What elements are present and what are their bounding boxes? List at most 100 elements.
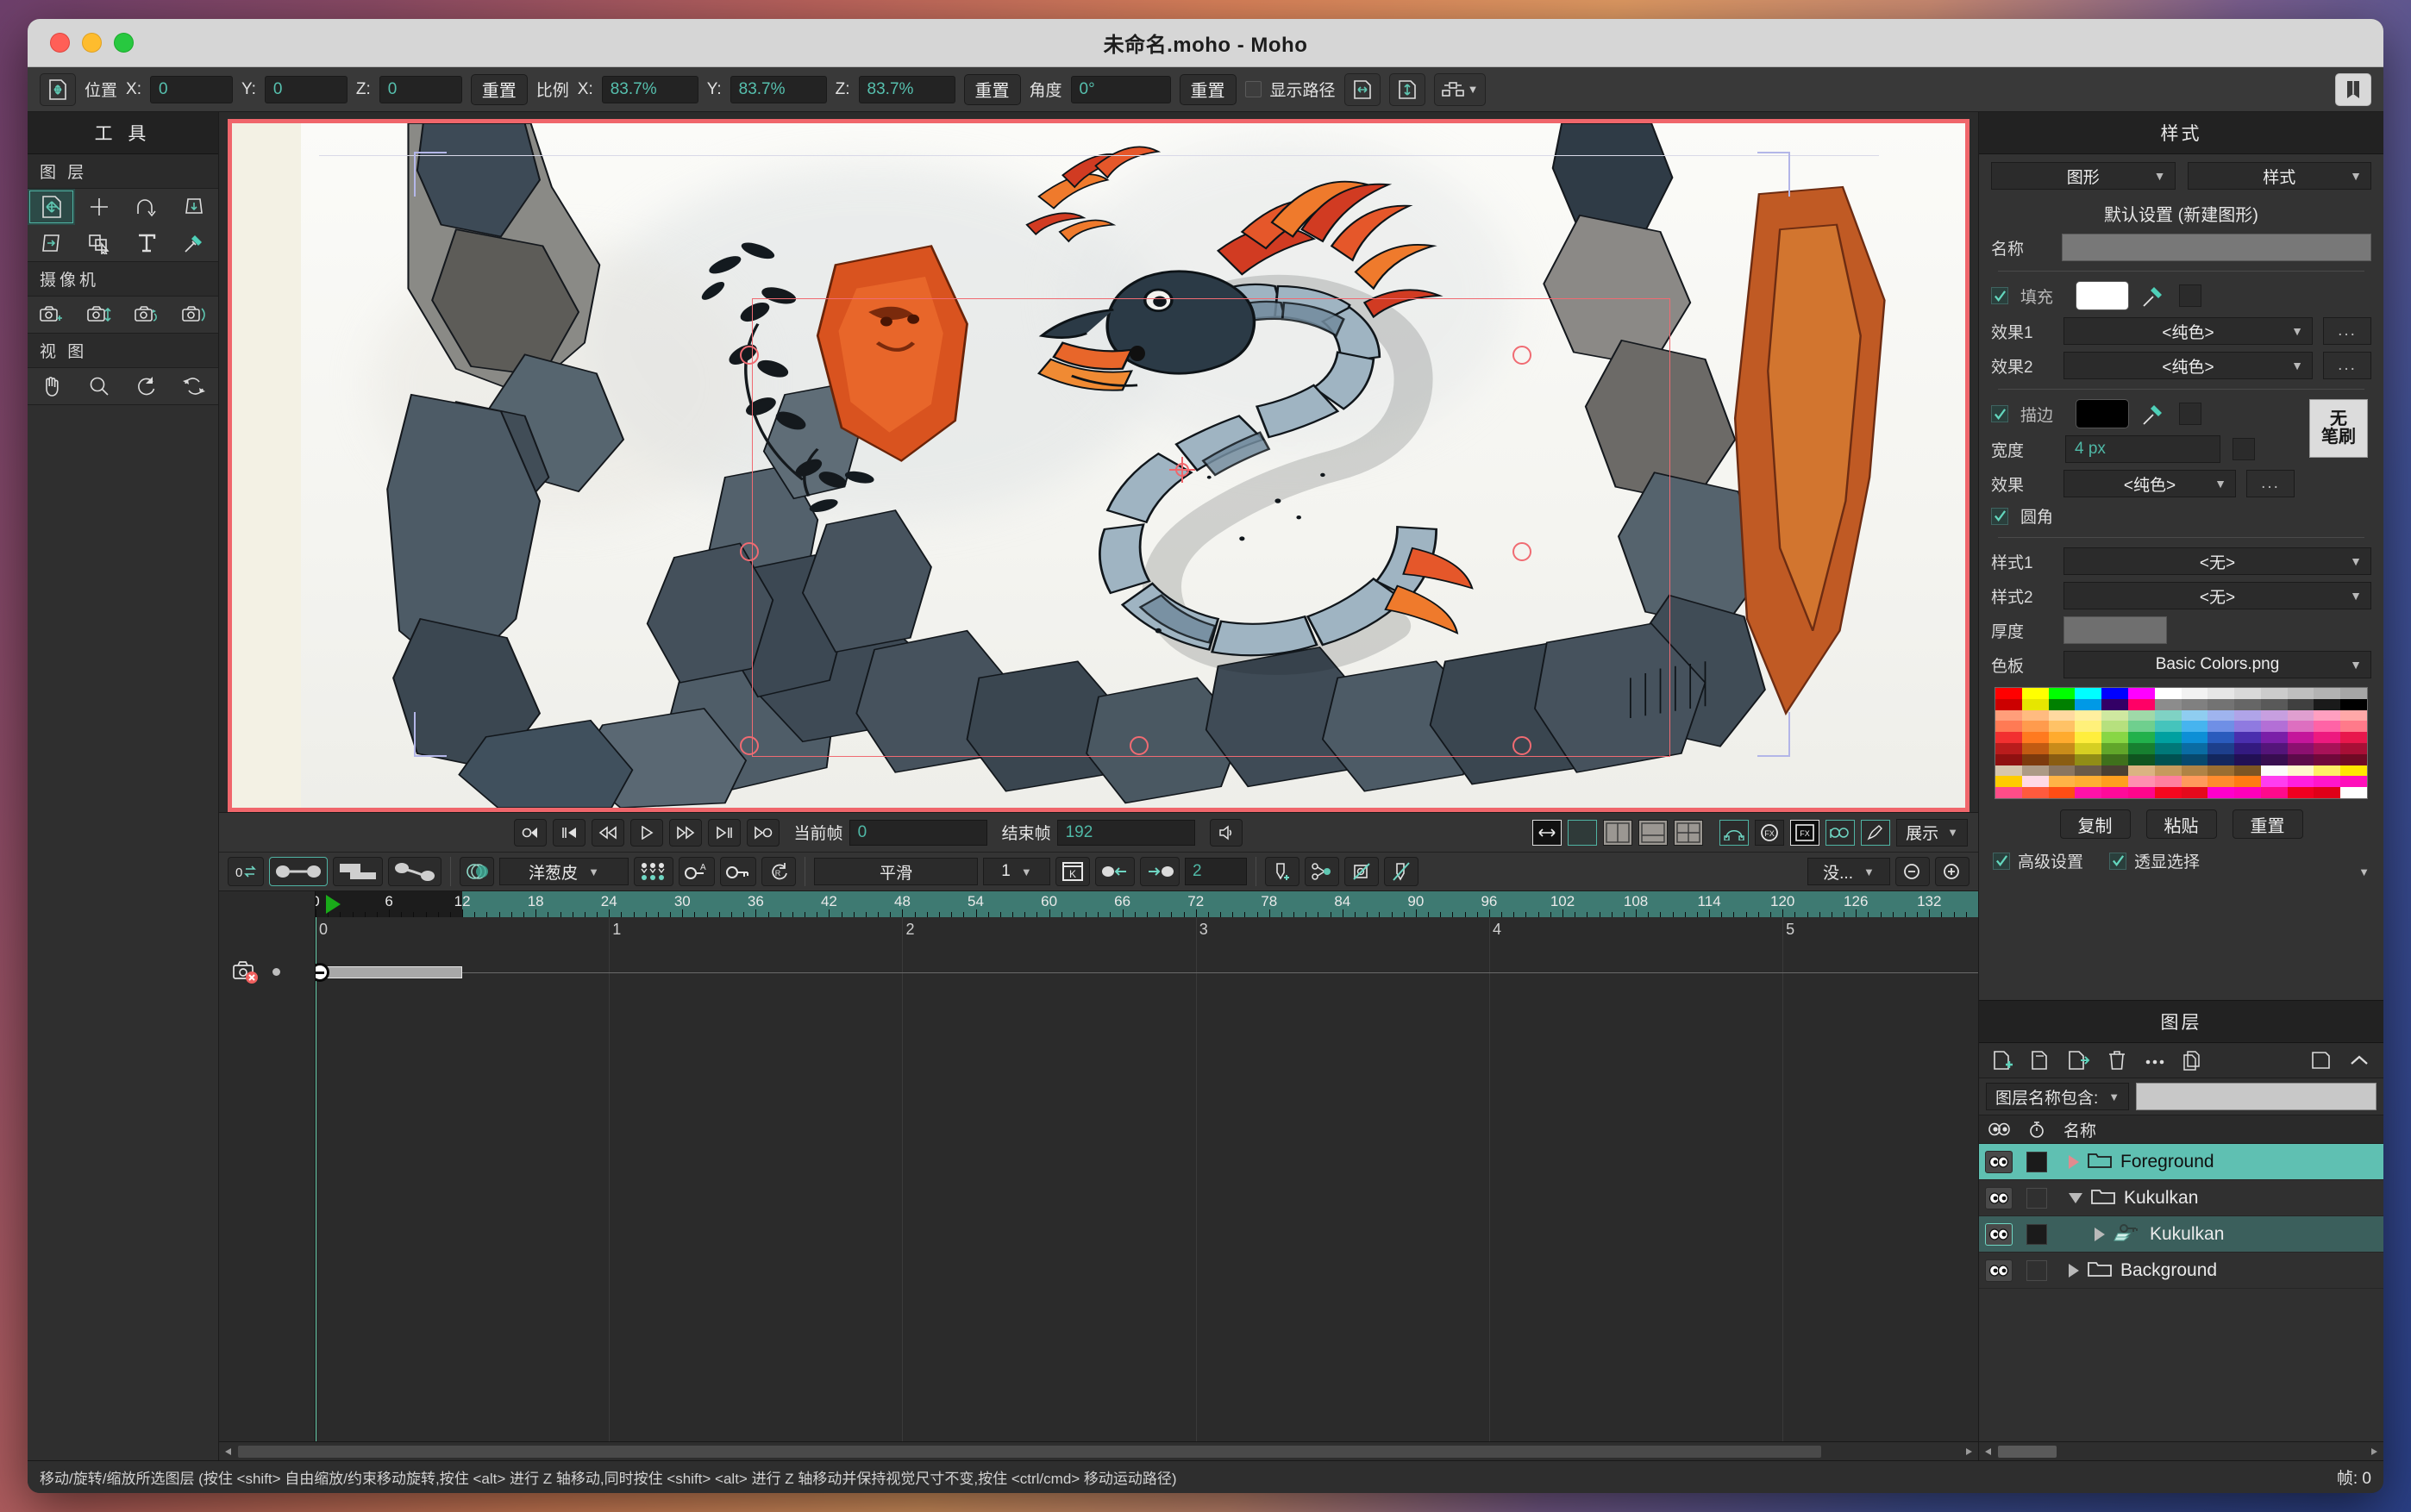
- palette-swatch[interactable]: [2075, 710, 2101, 722]
- palette-swatch[interactable]: [2182, 787, 2208, 798]
- selection-bounds[interactable]: [752, 298, 1670, 757]
- palette-swatch[interactable]: [2128, 699, 2155, 710]
- palette-swatch[interactable]: [2182, 710, 2208, 722]
- palette-swatch[interactable]: [2022, 721, 2049, 732]
- bone-key-icon[interactable]: [1305, 857, 1339, 886]
- palette-swatch[interactable]: [2234, 699, 2261, 710]
- timeline-track-grid[interactable]: 012345: [316, 917, 1978, 1441]
- reset-scale-button[interactable]: 重置: [964, 74, 1021, 105]
- rotate-view-tool[interactable]: [123, 368, 171, 404]
- palette-swatch[interactable]: [2182, 721, 2208, 732]
- palette-swatch[interactable]: [2049, 787, 2076, 798]
- eyedropper-tool[interactable]: [171, 225, 218, 261]
- timeline-scroll-right-icon[interactable]: [1959, 1443, 1978, 1460]
- transform-layer-tool[interactable]: [28, 189, 75, 225]
- palette-swatch[interactable]: [2155, 787, 2182, 798]
- palette-swatch[interactable]: [2340, 732, 2367, 743]
- camera-disabled-icon[interactable]: [233, 959, 262, 984]
- split-h-icon[interactable]: [1638, 820, 1668, 846]
- palette-swatch[interactable]: [2288, 699, 2314, 710]
- fill-color-swatch[interactable]: [2076, 281, 2129, 310]
- stroke-width-extra[interactable]: [2233, 438, 2255, 460]
- layer-settings-icon[interactable]: [2062, 1047, 2096, 1074]
- layer-origin-icon[interactable]: [1168, 455, 1197, 484]
- palette-swatch[interactable]: [2314, 743, 2340, 754]
- relative-key-icon[interactable]: R: [761, 857, 796, 886]
- text-tool[interactable]: [123, 225, 171, 261]
- palette-swatch[interactable]: [2234, 765, 2261, 777]
- fx-circle-icon[interactable]: FX: [1755, 820, 1784, 846]
- scale-x-input[interactable]: 83.7%: [602, 76, 698, 103]
- palette-swatch[interactable]: [2022, 732, 2049, 743]
- multi-keys-icon[interactable]: [634, 857, 673, 886]
- smooth-interp-icon[interactable]: [269, 857, 328, 886]
- palette-swatch[interactable]: [2022, 699, 2049, 710]
- align-dropdown-icon[interactable]: ▼: [1434, 73, 1486, 106]
- timeline-hscrollbar[interactable]: [219, 1441, 1978, 1460]
- palette-swatch[interactable]: [2261, 710, 2288, 722]
- palette-swatch[interactable]: [2128, 721, 2155, 732]
- palette-swatch[interactable]: [2022, 754, 2049, 765]
- zoom-camera-tool[interactable]: [75, 297, 122, 333]
- step-interp-icon[interactable]: [333, 857, 383, 886]
- palette-swatch[interactable]: [2128, 776, 2155, 787]
- key-audio-icon[interactable]: A: [679, 857, 715, 886]
- palette-swatch[interactable]: [2075, 721, 2101, 732]
- palette-swatch[interactable]: [2155, 732, 2182, 743]
- zoom-in-icon[interactable]: [1935, 857, 1970, 886]
- palette-swatch[interactable]: [2261, 776, 2288, 787]
- paste-button[interactable]: 粘贴: [2146, 809, 2217, 839]
- track-camera-tool[interactable]: [28, 297, 75, 333]
- palette-swatch[interactable]: [1995, 732, 2022, 743]
- layer-row-foreground[interactable]: Foreground: [1979, 1144, 2383, 1180]
- pos-z-input[interactable]: 0: [379, 76, 462, 103]
- stroke-extra-swatch[interactable]: [2179, 403, 2201, 425]
- palette-swatch[interactable]: [2261, 754, 2288, 765]
- shape-type-dropdown[interactable]: 图形 ▼: [1991, 162, 2176, 190]
- effect2-options-button[interactable]: ...: [2323, 352, 2371, 379]
- palette-swatch[interactable]: [2155, 688, 2182, 699]
- palette-swatch[interactable]: [2234, 688, 2261, 699]
- palette-swatch[interactable]: [2049, 743, 2076, 754]
- layer-timing-swatch[interactable]: [2026, 1260, 2047, 1281]
- new-layer-icon[interactable]: [1986, 1047, 2020, 1074]
- add-point-tool[interactable]: [75, 189, 122, 225]
- palette-swatch[interactable]: [2101, 721, 2128, 732]
- style2-dropdown[interactable]: <无> ▼: [2063, 582, 2371, 609]
- palette-swatch[interactable]: [2234, 710, 2261, 722]
- loop-start-icon[interactable]: [514, 819, 547, 847]
- palette-swatch[interactable]: [2314, 732, 2340, 743]
- palette-swatch[interactable]: [2182, 732, 2208, 743]
- palette-swatch[interactable]: [2288, 688, 2314, 699]
- palette-swatch[interactable]: [2075, 688, 2101, 699]
- palette-swatch[interactable]: [2049, 754, 2076, 765]
- pan-tilt-camera-tool[interactable]: [171, 297, 218, 333]
- palette-swatch[interactable]: [1995, 765, 2022, 777]
- palette-swatch[interactable]: [2314, 754, 2340, 765]
- palette-swatch[interactable]: [2261, 787, 2288, 798]
- color-palette[interactable]: [1995, 687, 2368, 799]
- timeline-keyframe-bar[interactable]: [316, 966, 462, 978]
- speaker-icon[interactable]: [1210, 819, 1243, 847]
- key-icon[interactable]: [720, 857, 756, 886]
- loop-infinity-icon[interactable]: [1825, 820, 1855, 846]
- palette-swatch[interactable]: [2288, 732, 2314, 743]
- palette-swatch[interactable]: [2049, 710, 2076, 722]
- playhead-marker[interactable]: [326, 895, 341, 914]
- brush-icon[interactable]: [1861, 820, 1890, 846]
- bezier-icon[interactable]: [1719, 820, 1749, 846]
- fill-extra-swatch[interactable]: [2179, 284, 2201, 307]
- no-key-icon[interactable]: [1384, 857, 1418, 886]
- palette-swatch[interactable]: [2207, 732, 2234, 743]
- viewport-canvas[interactable]: [228, 119, 1970, 812]
- toggle-panel-icon[interactable]: [2304, 1047, 2339, 1074]
- palette-swatch[interactable]: [2075, 732, 2101, 743]
- palette-swatch[interactable]: [2182, 688, 2208, 699]
- stroke-color-swatch[interactable]: [2076, 399, 2129, 428]
- palette-swatch[interactable]: [2340, 688, 2367, 699]
- scale-z-input[interactable]: 83.7%: [859, 76, 955, 103]
- advanced-settings-checkbox[interactable]: [1993, 853, 2010, 870]
- two-pane-icon[interactable]: [1603, 820, 1632, 846]
- palette-swatch[interactable]: [2261, 732, 2288, 743]
- reset-angle-button[interactable]: 重置: [1180, 74, 1237, 105]
